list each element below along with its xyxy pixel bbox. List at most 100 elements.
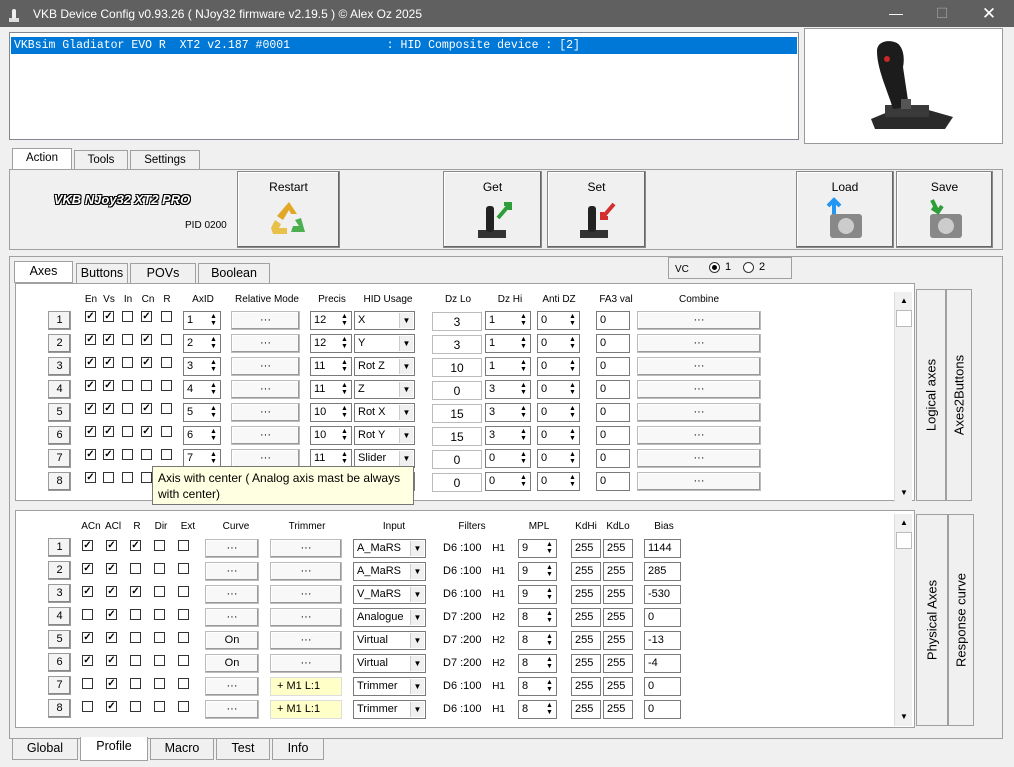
chevron-down-icon[interactable]: ▼ xyxy=(410,610,424,625)
dir-checkbox[interactable] xyxy=(154,540,165,551)
load-button[interactable]: Load xyxy=(796,171,894,248)
acn-checkbox[interactable]: ✓ xyxy=(82,655,93,666)
tab-global[interactable]: Global xyxy=(12,739,78,760)
dir-checkbox[interactable] xyxy=(154,563,165,574)
spin-arrows-icon[interactable]: ▲▼ xyxy=(545,564,554,579)
ext-checkbox[interactable] xyxy=(178,563,189,574)
bias-input[interactable]: 285 xyxy=(644,562,681,581)
kdlo-input[interactable]: 255 xyxy=(603,677,633,696)
axid-spinner[interactable]: 2 ▲ ▼ xyxy=(183,334,221,353)
in-checkbox[interactable] xyxy=(122,334,133,345)
physical-row-number-button[interactable]: 1 xyxy=(48,538,71,557)
in-checkbox[interactable] xyxy=(122,403,133,414)
spin-arrows-icon[interactable]: ▲▼ xyxy=(519,428,528,443)
en-checkbox[interactable]: ✓ xyxy=(85,472,96,483)
device-list-row[interactable]: VKBsim Gladiator EVO R XT2 v2.187 #0001 … xyxy=(11,37,797,54)
spin-arrows-icon[interactable]: ▲▼ xyxy=(545,656,554,671)
vs-checkbox[interactable]: ✓ xyxy=(103,357,114,368)
kdhi-input[interactable]: 255 xyxy=(571,608,601,627)
spin-arrows-icon[interactable]: ▲▼ xyxy=(519,313,528,328)
precis-spinner[interactable]: 10 ▲ ▼ xyxy=(310,403,352,422)
spin-arrows-icon[interactable]: ▲▼ xyxy=(209,359,218,374)
tab-boolean[interactable]: Boolean xyxy=(198,263,270,283)
r-checkbox[interactable] xyxy=(130,701,141,712)
combine-button[interactable]: ··· xyxy=(637,311,761,330)
input-select[interactable]: Trimmer ▼ xyxy=(353,700,426,719)
tab-logical-axes[interactable]: Logical axes xyxy=(916,289,946,501)
hid-usage-select[interactable]: Rot Y ▼ xyxy=(354,426,415,445)
kdlo-input[interactable]: 255 xyxy=(603,654,633,673)
acn-checkbox[interactable] xyxy=(82,701,93,712)
kdlo-input[interactable]: 255 xyxy=(603,539,633,558)
spin-arrows-icon[interactable]: ▲▼ xyxy=(519,474,528,489)
acn-checkbox[interactable]: ✓ xyxy=(82,540,93,551)
dz-hi-spinner[interactable]: 3 ▲ ▼ xyxy=(485,426,531,445)
spin-arrows-icon[interactable]: ▲▼ xyxy=(209,428,218,443)
spin-arrows-icon[interactable]: ▲▼ xyxy=(568,428,577,443)
vs-checkbox[interactable]: ✓ xyxy=(103,426,114,437)
vs-checkbox[interactable]: ✓ xyxy=(103,380,114,391)
en-checkbox[interactable]: ✓ xyxy=(85,449,96,460)
cn-checkbox[interactable]: ✓ xyxy=(141,334,152,345)
mpl-spinner[interactable]: 9 ▲ ▼ xyxy=(518,539,557,558)
r-checkbox[interactable] xyxy=(161,380,172,391)
physical-row-number-button[interactable]: 7 xyxy=(48,676,71,695)
combine-button[interactable]: ··· xyxy=(637,357,761,376)
input-select[interactable]: Trimmer ▼ xyxy=(353,677,426,696)
curve-button[interactable]: On xyxy=(205,654,259,673)
anti-dz-spinner[interactable]: 0 ▲ ▼ xyxy=(537,403,580,422)
chevron-down-icon[interactable]: ▼ xyxy=(399,428,413,443)
kdlo-input[interactable]: 255 xyxy=(603,562,633,581)
spin-arrows-icon[interactable]: ▲▼ xyxy=(340,405,349,420)
tab-settings[interactable]: Settings xyxy=(130,150,200,170)
en-checkbox[interactable]: ✓ xyxy=(85,426,96,437)
en-checkbox[interactable]: ✓ xyxy=(85,311,96,322)
ext-checkbox[interactable] xyxy=(178,655,189,666)
trimmer-button[interactable]: ··· xyxy=(270,631,342,650)
r-checkbox[interactable] xyxy=(130,655,141,666)
acl-checkbox[interactable]: ✓ xyxy=(106,540,117,551)
mpl-spinner[interactable]: 8 ▲ ▼ xyxy=(518,631,557,650)
axis-row-number-button[interactable]: 2 xyxy=(48,334,71,353)
scroll-down-icon[interactable]: ▼ xyxy=(896,485,912,501)
kdhi-input[interactable]: 255 xyxy=(571,654,601,673)
anti-dz-spinner[interactable]: 0 ▲ ▼ xyxy=(537,334,580,353)
fa3-val-input[interactable]: 0 xyxy=(596,357,630,376)
combine-button[interactable]: ··· xyxy=(637,334,761,353)
set-button[interactable]: Set xyxy=(547,171,646,248)
physical-row-number-button[interactable]: 5 xyxy=(48,630,71,649)
spin-arrows-icon[interactable]: ▲▼ xyxy=(545,702,554,717)
axid-spinner[interactable]: 6 ▲ ▼ xyxy=(183,426,221,445)
r-checkbox[interactable]: ✓ xyxy=(130,586,141,597)
fa3-val-input[interactable]: 0 xyxy=(596,311,630,330)
axis-row-number-button[interactable]: 8 xyxy=(48,472,71,491)
tab-tools[interactable]: Tools xyxy=(74,150,128,170)
input-select[interactable]: A_MaRS ▼ xyxy=(353,539,426,558)
scroll-down-icon[interactable]: ▼ xyxy=(896,709,912,725)
physical-row-number-button[interactable]: 6 xyxy=(48,653,71,672)
get-button[interactable]: Get xyxy=(443,171,542,248)
kdlo-input[interactable]: 255 xyxy=(603,608,633,627)
bias-input[interactable]: -4 xyxy=(644,654,681,673)
axid-spinner[interactable]: 5 ▲ ▼ xyxy=(183,403,221,422)
maximize-button[interactable]: ☐ xyxy=(919,0,965,27)
combine-button[interactable]: ··· xyxy=(637,449,761,468)
dz-hi-spinner[interactable]: 3 ▲ ▼ xyxy=(485,380,531,399)
fa3-val-input[interactable]: 0 xyxy=(596,472,630,491)
spin-arrows-icon[interactable]: ▲▼ xyxy=(545,679,554,694)
tab-axes[interactable]: Axes xyxy=(14,261,73,283)
hid-usage-select[interactable]: Y ▼ xyxy=(354,334,415,353)
dz-hi-spinner[interactable]: 0 ▲ ▼ xyxy=(485,472,531,491)
spin-arrows-icon[interactable]: ▲▼ xyxy=(568,474,577,489)
bias-input[interactable]: 0 xyxy=(644,677,681,696)
dir-checkbox[interactable] xyxy=(154,632,165,643)
input-select[interactable]: A_MaRS ▼ xyxy=(353,562,426,581)
scroll-up-icon[interactable]: ▲ xyxy=(896,515,912,531)
mpl-spinner[interactable]: 9 ▲ ▼ xyxy=(518,562,557,581)
tab-action[interactable]: Action xyxy=(12,148,72,170)
spin-arrows-icon[interactable]: ▲▼ xyxy=(340,336,349,351)
bias-input[interactable]: -530 xyxy=(644,585,681,604)
curve-button[interactable]: ··· xyxy=(205,677,259,696)
physical-row-number-button[interactable]: 2 xyxy=(48,561,71,580)
ext-checkbox[interactable] xyxy=(178,586,189,597)
